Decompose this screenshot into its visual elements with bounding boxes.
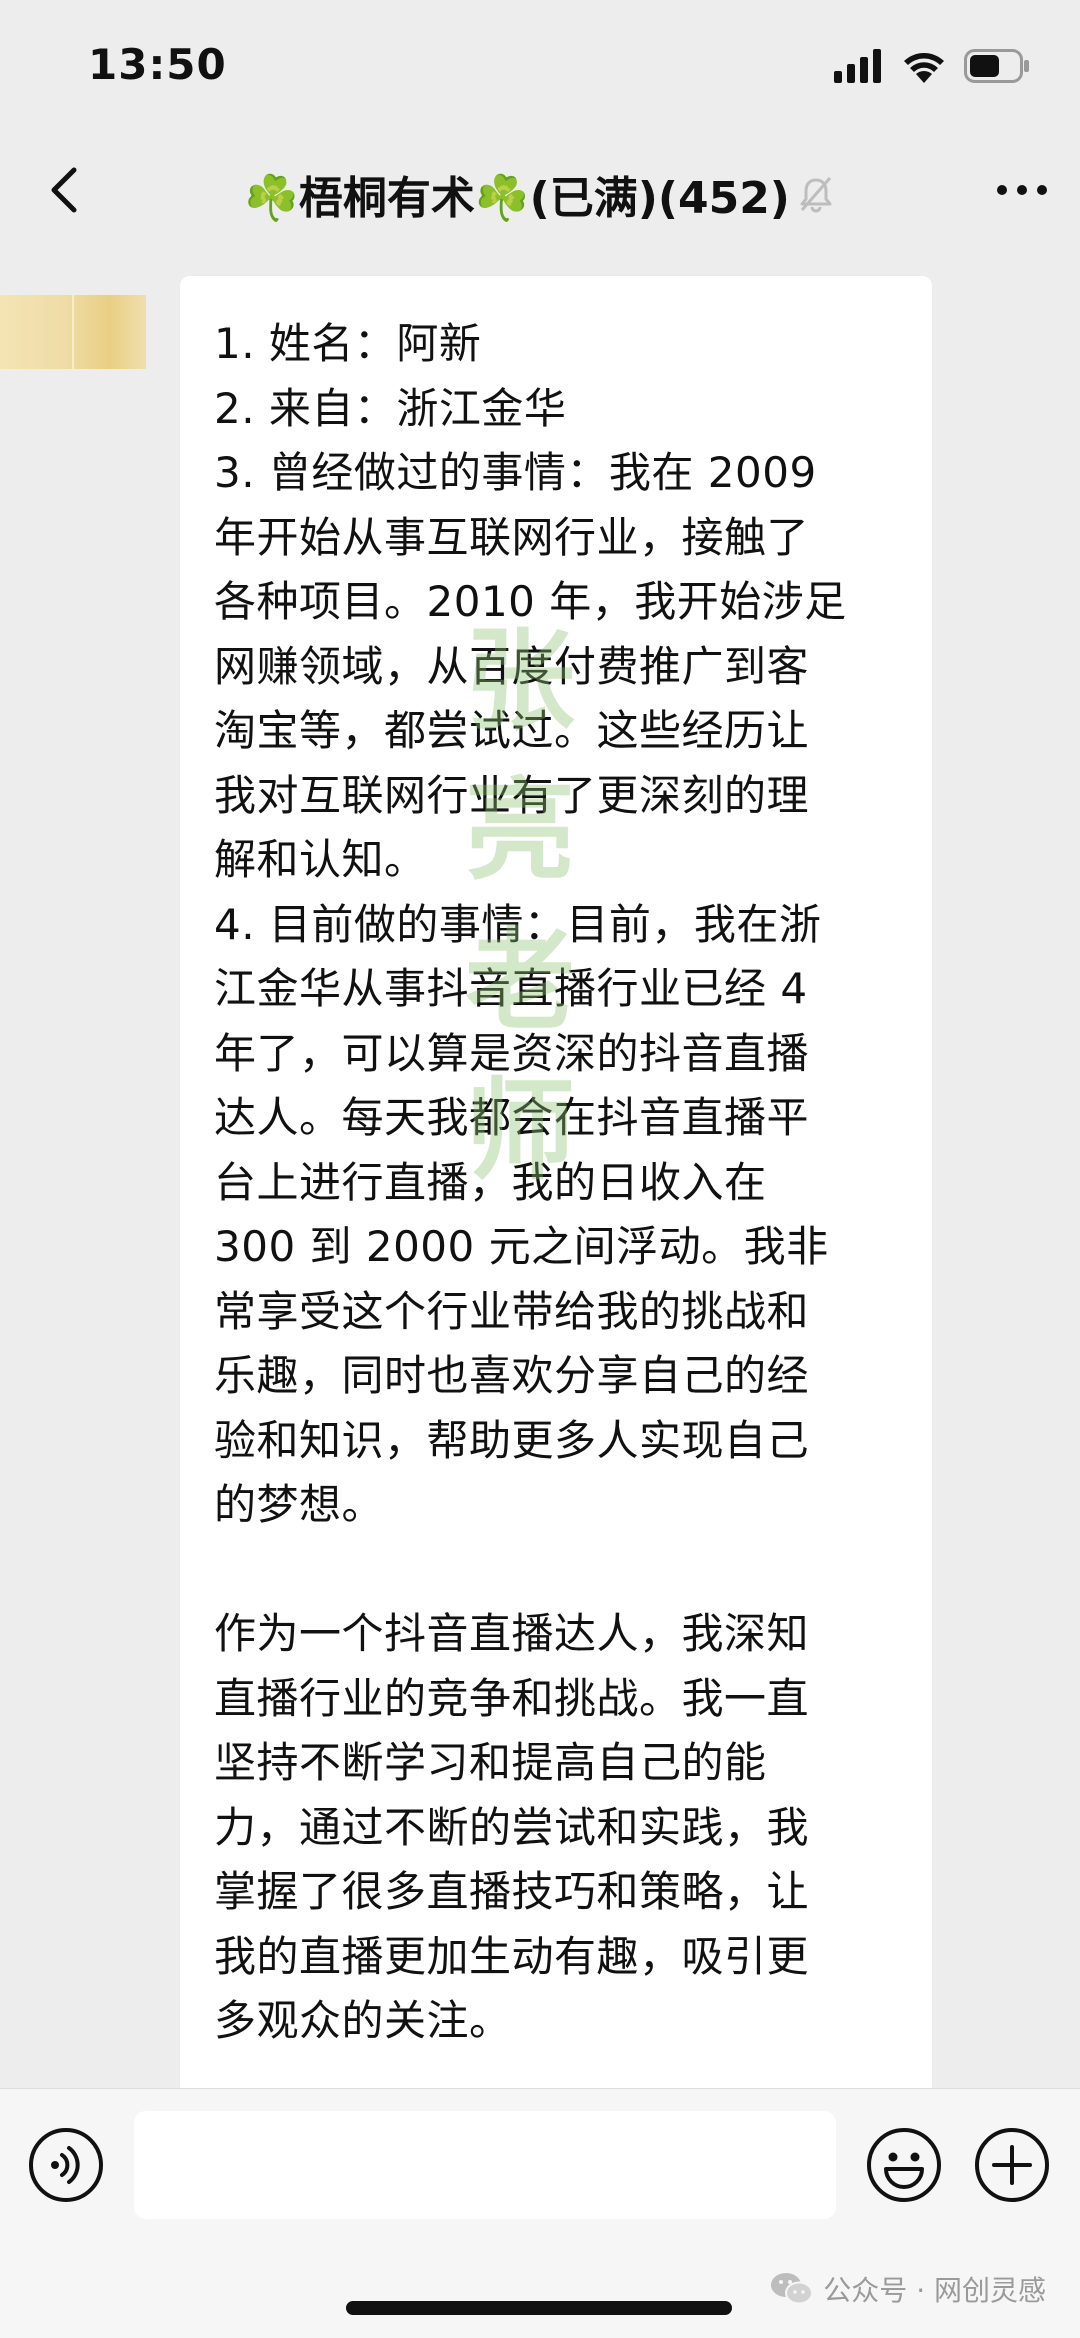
message-line: 乐趣，同时也喜欢分享自己的经 bbox=[214, 1351, 810, 1400]
status-bar: 13:50 bbox=[0, 0, 1080, 140]
message-line: 1. 姓名：阿新 bbox=[214, 319, 482, 368]
bell-muted-icon bbox=[800, 177, 832, 213]
message-line: 年了，可以算是资深的抖音直播 bbox=[214, 1028, 810, 1078]
message-line: 3. 曾经做过的事情：我在 2009 bbox=[214, 448, 817, 497]
message-line: 网赚领域，从百度付费推广到客 bbox=[214, 641, 810, 691]
message-line: 我的直播更加生动有趣，吸引更 bbox=[214, 1931, 810, 1981]
message-line: 的梦想。 bbox=[214, 1480, 385, 1529]
more-dots-icon bbox=[997, 185, 1007, 195]
chat-area[interactable]: 1. 姓名：阿新 2. 来自：浙江金华 3. 曾经做过的事情：我在 2009 年开始从… bbox=[0, 240, 1080, 2088]
voice-button[interactable] bbox=[28, 2127, 104, 2203]
home-indicator[interactable] bbox=[346, 2301, 732, 2315]
status-time: 13:50 bbox=[88, 40, 227, 89]
message-line: 淘宝等，都尝试过。这些经历让 bbox=[214, 706, 810, 755]
cellular-signal-icon bbox=[834, 49, 881, 83]
more-options-button[interactable] bbox=[992, 162, 1052, 218]
emoji-button[interactable] bbox=[866, 2127, 942, 2203]
message-line: 江金华从事抖音直播行业已经 4 bbox=[214, 964, 808, 1013]
message-line: 达人。每天我都会在抖音直播平 bbox=[214, 1093, 810, 1142]
message-line: 掌握了很多直播技巧和策略，让 bbox=[214, 1867, 810, 1916]
footer-brand: 公众号 · 网创灵感 bbox=[769, 2269, 1046, 2309]
wechat-icon bbox=[771, 2273, 814, 2305]
message-line: 年开始从事互联网行业，接触了 bbox=[214, 512, 810, 562]
plus-button[interactable] bbox=[974, 2127, 1050, 2203]
message-line: 作为一个抖音直播达人，我深知 bbox=[214, 1609, 810, 1658]
message-text: 1. 姓名：阿新 2. 来自：浙江金华 3. 曾经做过的事情：我在 2009 年开始从… bbox=[214, 312, 914, 2054]
message-line: 多观众的关注。 bbox=[214, 1996, 512, 2045]
message-line: 坚持不断学习和提高自己的能 bbox=[214, 1738, 767, 1787]
message-line: 直播行业的竞争和挑战。我一直 bbox=[214, 1673, 810, 1723]
avatar[interactable] bbox=[0, 295, 146, 369]
message-line: 各种项目。2010 年，我开始涉足 bbox=[214, 577, 847, 626]
footer-brand-text: 公众号 · 网创灵感 bbox=[823, 2274, 1046, 2307]
status-icons bbox=[834, 46, 1030, 86]
battery-icon bbox=[964, 49, 1029, 83]
chat-title-text: ☘️梧桐有术☘️(已满)(452) bbox=[244, 173, 790, 224]
message-line: 2. 来自：浙江金华 bbox=[214, 383, 567, 433]
message-line: 我对互联网行业有了更深刻的理 bbox=[214, 770, 810, 820]
message-line: 4. 目前做的事情：目前，我在浙 bbox=[214, 899, 822, 949]
wifi-icon bbox=[904, 53, 944, 83]
nav-bar: ☘️梧桐有术☘️(已满)(452) bbox=[0, 140, 1080, 240]
message-line: 300 到 2000 元之间浮动。我非 bbox=[214, 1222, 829, 1271]
message-bubble[interactable]: 1. 姓名：阿新 2. 来自：浙江金华 3. 曾经做过的事情：我在 2009 年开始从… bbox=[180, 276, 932, 2088]
message-input[interactable] bbox=[134, 2111, 836, 2219]
chat-title[interactable]: ☘️梧桐有术☘️(已满)(452) bbox=[0, 162, 1080, 226]
message-line: 力，通过不断的尝试和实践，我 bbox=[214, 1802, 810, 1852]
message-line bbox=[214, 1538, 914, 1603]
message-line: 台上进行直播，我的日收入在 bbox=[214, 1157, 767, 1207]
message-line: 验和知识，帮助更多人实现自己 bbox=[214, 1415, 810, 1465]
message-line: 解和认知。 bbox=[214, 835, 427, 884]
message-line: 常享受这个行业带给我的挑战和 bbox=[214, 1286, 810, 1336]
